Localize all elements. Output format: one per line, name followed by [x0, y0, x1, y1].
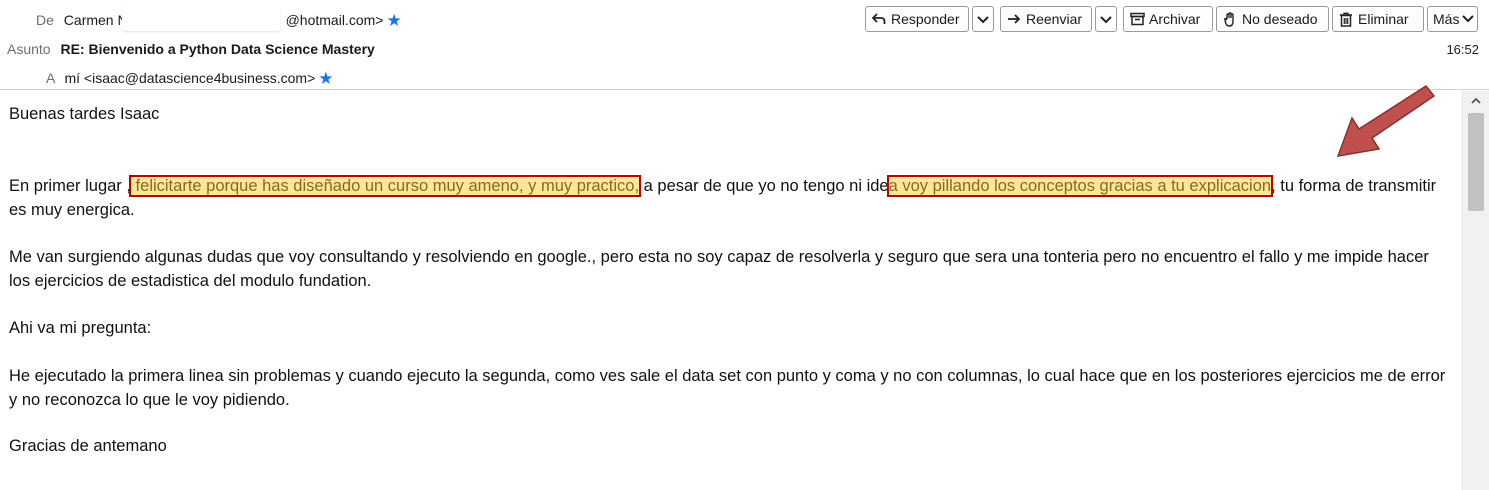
vertical-scrollbar[interactable]	[1462, 91, 1489, 490]
archive-button[interactable]: Archivar	[1123, 6, 1213, 32]
annotation-arrow-icon	[1336, 85, 1436, 157]
junk-button[interactable]: No deseado	[1216, 6, 1329, 32]
trash-icon	[1338, 11, 1354, 27]
subject-row: Asunto RE: Bienvenido a Python Data Scie…	[7, 41, 375, 57]
delete-label: Eliminar	[1358, 11, 1409, 27]
to-label: A	[46, 70, 55, 86]
message-time: 16:52	[1446, 42, 1479, 57]
star-icon[interactable]: ★	[386, 11, 401, 30]
archive-icon	[1129, 11, 1145, 27]
more-label: Más	[1433, 11, 1460, 27]
subject-label: Asunto	[7, 41, 51, 57]
redaction-box	[122, 5, 280, 31]
paragraph-1-middle: a pesar de que yo no tengo ni ide	[639, 177, 889, 195]
paragraph-1: En primer lugar , felicitarte porque has…	[9, 174, 1449, 222]
scrollbar-thumb[interactable]	[1468, 113, 1484, 211]
forward-icon	[1006, 11, 1022, 27]
from-email[interactable]: @hotmail.com>	[286, 12, 384, 28]
message-header: De Carmen N @hotmail.com> ★ Asunto RE: Bie…	[0, 0, 1489, 90]
star-icon[interactable]: ★	[318, 69, 333, 88]
reply-icon	[871, 11, 887, 27]
junk-label: No deseado	[1242, 11, 1318, 27]
forward-dropdown-button[interactable]	[1095, 6, 1117, 32]
archive-label: Archivar	[1149, 11, 1201, 27]
reply-label: Responder	[891, 11, 960, 27]
highlight-praise: felicitarte porque has diseñado un curso…	[128, 175, 642, 197]
highlight-concepts: a voy pillando los conceptos gracias a t…	[886, 175, 1274, 197]
from-name[interactable]: Carmen N	[64, 12, 128, 28]
message-body: Buenas tardes Isaac En primer lugar , fe…	[0, 91, 1462, 490]
paragraph-1-start: En primer lugar ,	[9, 177, 131, 195]
from-label: De	[36, 12, 54, 28]
greeting: Buenas tardes Isaac	[9, 105, 160, 123]
scroll-up-icon[interactable]	[1470, 95, 1482, 107]
chevron-down-icon	[977, 11, 989, 27]
message-toolbar: Responder Reenviar Archivar No deseado E…	[865, 6, 1478, 34]
to-row: A mí <isaac@datascience4business.com> ★	[46, 69, 334, 89]
to-address[interactable]: mí <isaac@datascience4business.com>	[64, 70, 315, 86]
subject-text: RE: Bienvenido a Python Data Science Mas…	[60, 41, 375, 57]
junk-icon	[1222, 11, 1238, 27]
delete-button[interactable]: Eliminar	[1332, 6, 1424, 32]
paragraph-4: He ejecutado la primera linea sin proble…	[9, 367, 1446, 409]
reply-button[interactable]: Responder	[865, 6, 969, 32]
chevron-down-icon	[1100, 11, 1112, 27]
reply-dropdown-button[interactable]	[972, 6, 994, 32]
paragraph-5: Gracias de antemano	[9, 437, 167, 455]
more-button[interactable]: Más	[1427, 6, 1478, 32]
paragraph-2: Me van surgiendo algunas dudas que voy c…	[9, 248, 1429, 290]
paragraph-3: Ahi va mi pregunta:	[9, 319, 152, 337]
chevron-down-icon	[1462, 15, 1475, 23]
forward-label: Reenviar	[1026, 11, 1083, 27]
forward-button[interactable]: Reenviar	[1000, 6, 1092, 32]
